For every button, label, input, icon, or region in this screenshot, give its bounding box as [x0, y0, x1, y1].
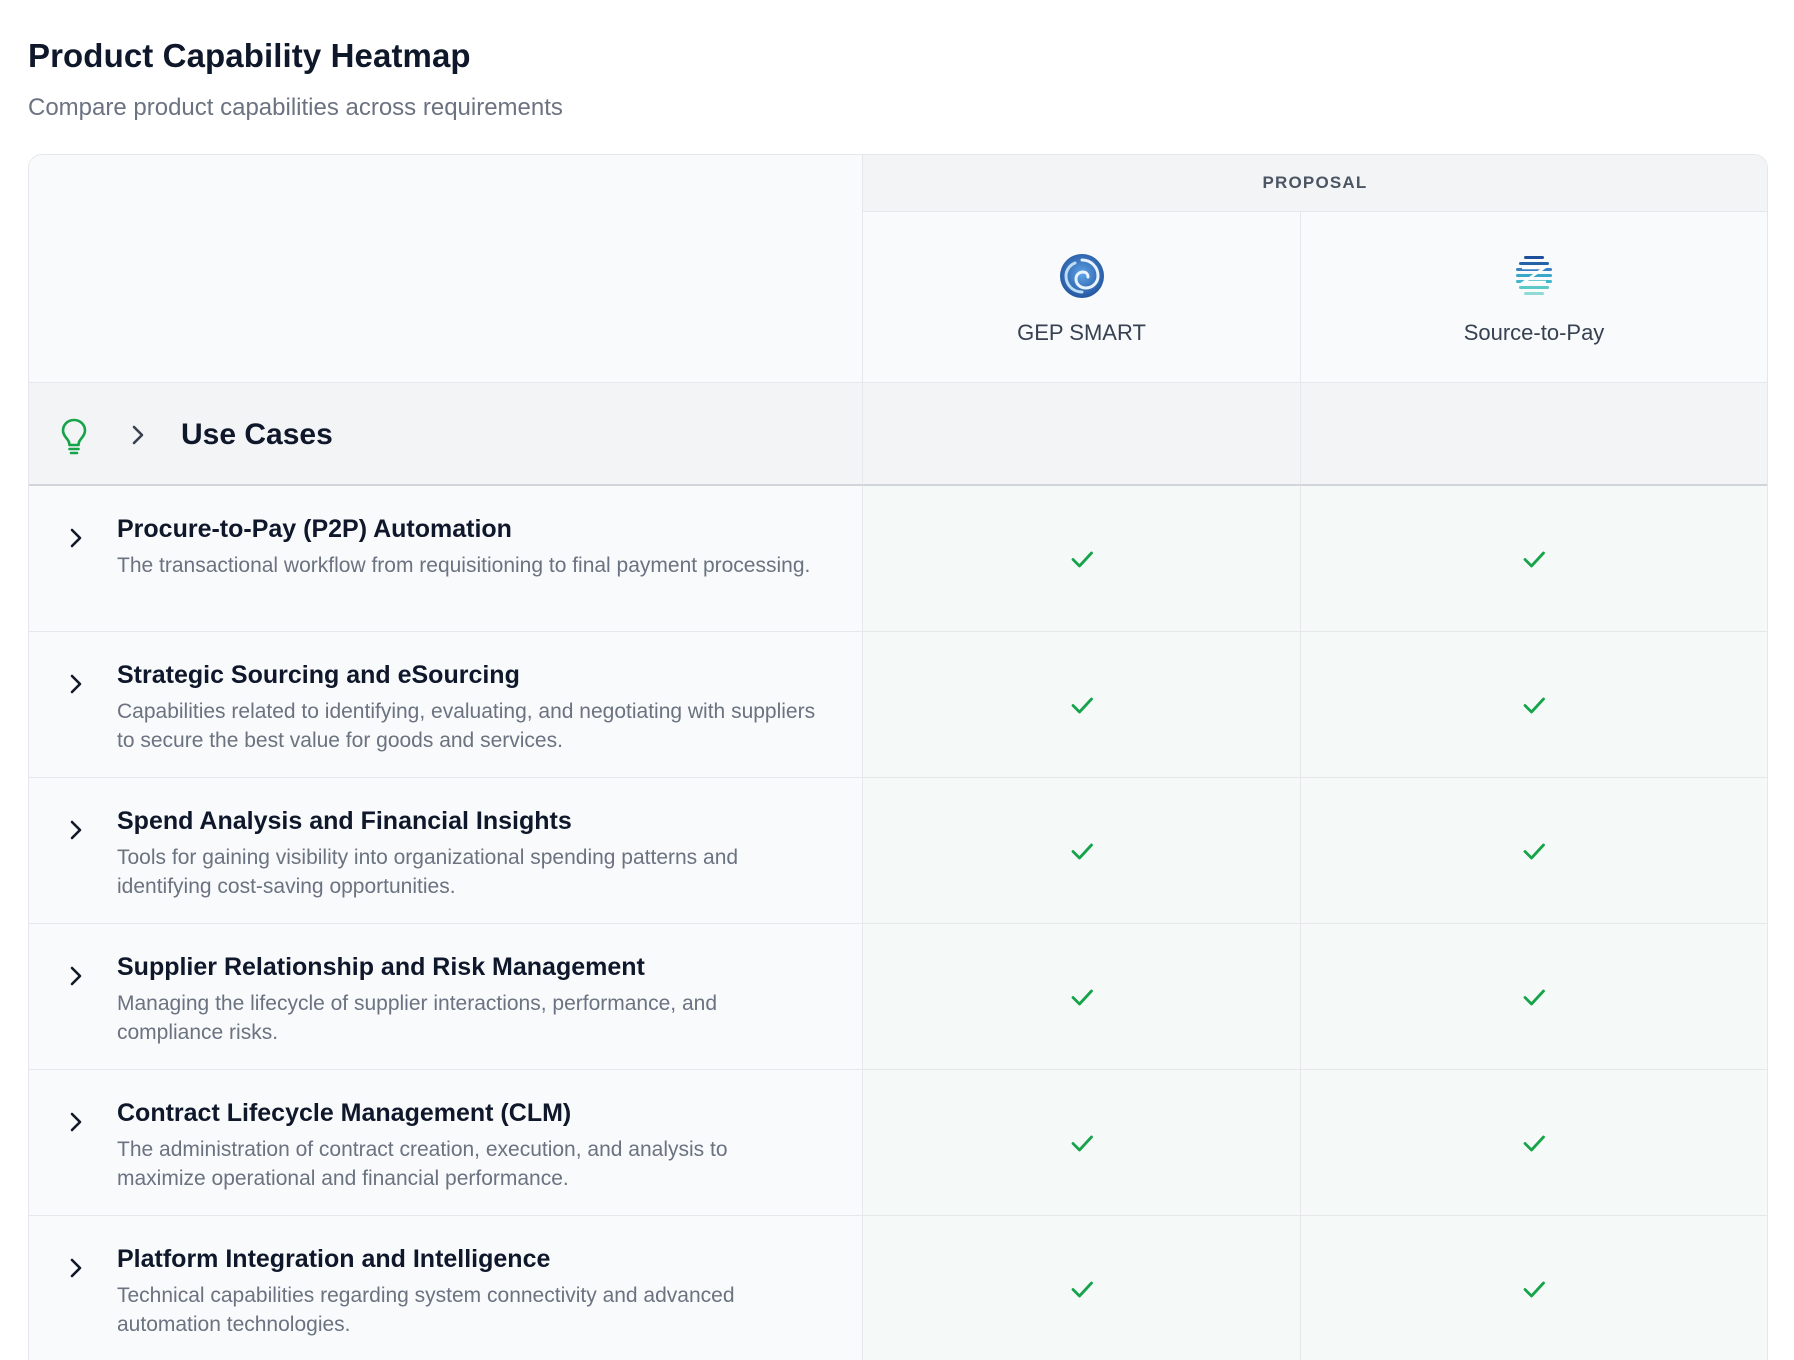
- table-row: Contract Lifecycle Management (CLM) The a…: [29, 1070, 1767, 1216]
- requirement-description: The transactional workflow from requisit…: [117, 554, 811, 577]
- check-icon: [1523, 843, 1545, 859]
- requirement-title: Spend Analysis and Financial Insights: [117, 807, 572, 835]
- check-icon: [1071, 1135, 1093, 1151]
- check-icon: [1071, 843, 1093, 859]
- requirement-title: Supplier Relationship and Risk Managemen…: [117, 953, 645, 981]
- check-icon: [1523, 989, 1545, 1005]
- capability-cell[interactable]: [863, 924, 1301, 1070]
- check-icon: [1523, 697, 1545, 713]
- chevron-right-icon[interactable]: [63, 816, 89, 844]
- chevron-right-icon[interactable]: [63, 1254, 89, 1282]
- requirement-title: Strategic Sourcing and eSourcing: [117, 661, 520, 689]
- table-row: Spend Analysis and Financial Insights Too…: [29, 778, 1767, 924]
- product-name: Source-to-Pay: [1463, 320, 1605, 345]
- page-subtitle: Compare product capabilities across requ…: [28, 94, 563, 121]
- page-title: Product Capability Heatmap: [28, 37, 471, 74]
- requirement-title: Procure-to-Pay (P2P) Automation: [117, 515, 512, 543]
- requirement-description: Technical capabilities regarding system …: [117, 1284, 735, 1336]
- gep-smart-logo-icon: [1059, 254, 1104, 298]
- chevron-right-icon[interactable]: [63, 1108, 89, 1136]
- product-column-header-gep-smart[interactable]: GEP SMART: [863, 212, 1301, 383]
- chevron-right-icon[interactable]: [63, 524, 89, 552]
- check-icon: [1071, 989, 1093, 1005]
- check-icon: [1071, 551, 1093, 567]
- chevron-right-icon[interactable]: [63, 670, 89, 698]
- proposal-group-header: PROPOSAL: [863, 155, 1767, 212]
- requirement-cell[interactable]: Strategic Sourcing and eSourcing Capabili…: [29, 632, 863, 778]
- heatmap-corner: [29, 155, 863, 383]
- check-icon: [1071, 697, 1093, 713]
- product-name: GEP SMART: [1017, 320, 1146, 345]
- check-icon: [1071, 1281, 1093, 1297]
- requirement-description: The administration of contract creation,…: [117, 1138, 728, 1190]
- requirement-title: Platform Integration and Intelligence: [117, 1245, 551, 1273]
- chevron-right-icon[interactable]: [63, 962, 89, 990]
- lightbulb-icon: [61, 418, 87, 455]
- table-row: Procure-to-Pay (P2P) Automation The trans…: [29, 486, 1767, 632]
- capability-cell[interactable]: [863, 632, 1301, 778]
- capability-cell[interactable]: [1301, 486, 1767, 632]
- requirement-description: Tools for gaining visibility into organi…: [117, 846, 739, 898]
- section-row-use-cases[interactable]: Use Cases: [29, 383, 863, 486]
- capability-cell[interactable]: [1301, 1070, 1767, 1216]
- capability-cell[interactable]: [863, 1216, 1301, 1360]
- capability-cell[interactable]: [863, 486, 1301, 632]
- capability-heatmap: PROPOSAL GEP SMART Source-to-Pay Use Cas…: [28, 154, 1768, 1360]
- requirement-cell[interactable]: Contract Lifecycle Management (CLM) The a…: [29, 1070, 863, 1216]
- requirement-cell[interactable]: Procure-to-Pay (P2P) Automation The trans…: [29, 486, 863, 632]
- requirement-description: Managing the lifecycle of supplier inter…: [117, 992, 717, 1044]
- capability-cell[interactable]: [1301, 778, 1767, 924]
- requirement-cell[interactable]: Platform Integration and Intelligence Tec…: [29, 1216, 863, 1360]
- source-to-pay-logo-icon: [1516, 256, 1552, 295]
- requirement-cell[interactable]: Spend Analysis and Financial Insights Too…: [29, 778, 863, 924]
- requirement-description: Capabilities related to identifying, eva…: [117, 700, 816, 752]
- product-column-header-source-to-pay[interactable]: Source-to-Pay: [1301, 212, 1767, 383]
- capability-cell[interactable]: [1301, 1216, 1767, 1360]
- requirement-cell[interactable]: Supplier Relationship and Risk Managemen…: [29, 924, 863, 1070]
- section-title: Use Cases: [181, 418, 333, 451]
- capability-cell[interactable]: [863, 778, 1301, 924]
- capability-cell[interactable]: [863, 1070, 1301, 1216]
- table-row: Platform Integration and Intelligence Tec…: [29, 1216, 1767, 1360]
- requirement-title: Contract Lifecycle Management (CLM): [117, 1099, 572, 1127]
- capability-cell[interactable]: [1301, 632, 1767, 778]
- check-icon: [1523, 1281, 1545, 1297]
- check-icon: [1523, 551, 1545, 567]
- check-icon: [1523, 1135, 1545, 1151]
- section-cell: [863, 383, 1301, 486]
- page: Product Capability Heatmap Compare produ…: [0, 0, 1794, 1360]
- table-row: Strategic Sourcing and eSourcing Capabili…: [29, 632, 1767, 778]
- chevron-right-icon[interactable]: [125, 421, 151, 449]
- table-row: Supplier Relationship and Risk Managemen…: [29, 924, 1767, 1070]
- capability-cell[interactable]: [1301, 924, 1767, 1070]
- section-cell: [1301, 383, 1767, 486]
